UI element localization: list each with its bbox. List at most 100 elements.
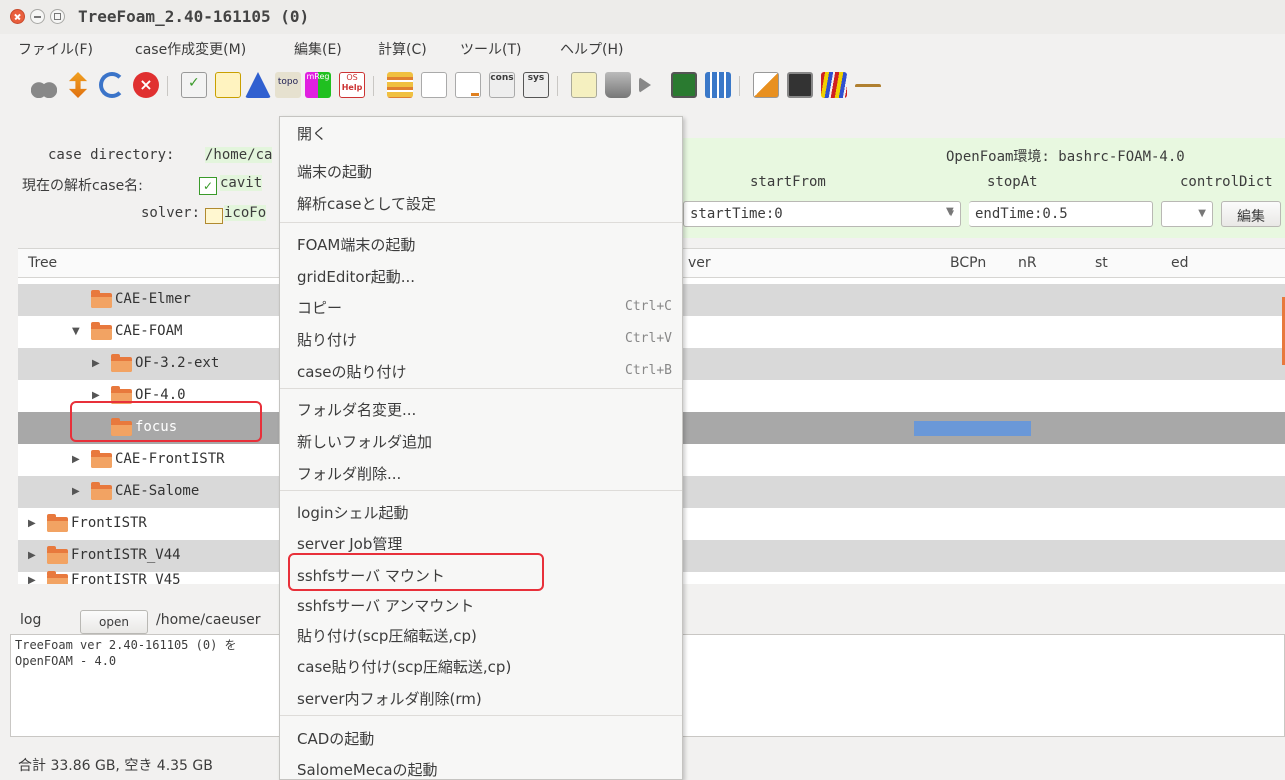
tree-row-label: FrontISTR xyxy=(71,515,147,531)
folder-icon xyxy=(91,450,112,468)
st-column-header[interactable]: st xyxy=(1095,255,1108,271)
menu-edit[interactable]: 編集(E) xyxy=(294,39,342,59)
menu-item-scp-paste[interactable]: 貼り付け(scp圧縮転送,cp) xyxy=(280,619,682,649)
menu-item-terminal[interactable]: 端末の起動 xyxy=(280,155,682,185)
bars-icon[interactable] xyxy=(821,72,847,98)
tree-row-label: CAE-Elmer xyxy=(115,291,191,307)
salome-icon[interactable] xyxy=(753,72,779,98)
help-os-icon[interactable]: OS Help xyxy=(339,72,365,98)
stop-at-select[interactable]: endTime:0.5 xyxy=(969,201,1153,227)
topo-icon[interactable]: topo xyxy=(275,72,301,98)
solver-icon xyxy=(205,208,223,224)
ed-column-header[interactable]: ed xyxy=(1171,255,1189,271)
menu-item-login-shell[interactable]: loginシェル起動 xyxy=(280,496,682,526)
menu-calc[interactable]: 計算(C) xyxy=(378,39,427,59)
menu-file[interactable]: ファイル(F) xyxy=(18,39,93,59)
control-dict-select[interactable]: ▼ xyxy=(1161,201,1213,227)
expand-arrow-icon[interactable]: ▶ xyxy=(28,518,36,529)
menu-item-rename-folder[interactable]: フォルダ名変更... xyxy=(280,393,682,423)
case-directory-value: /home/ca xyxy=(205,147,273,163)
menu-item-paste[interactable]: 貼り付け Ctrl+V xyxy=(280,323,682,353)
bcpn-column-header[interactable]: BCPn xyxy=(950,255,986,271)
open-log-button[interactable]: open xyxy=(80,610,148,634)
menu-item-cad[interactable]: CADの起動 xyxy=(280,722,682,752)
menu-tools[interactable]: ツール(T) xyxy=(460,39,521,59)
case-name-value: cavit xyxy=(220,175,263,191)
case-icon[interactable] xyxy=(215,72,241,98)
expand-arrow-icon[interactable]: ▶ xyxy=(92,358,100,369)
expand-arrow-icon[interactable]: ▶ xyxy=(28,550,36,561)
grid-icon[interactable] xyxy=(705,72,731,98)
triangle-icon[interactable] xyxy=(245,72,271,98)
disk-status: 合計 33.86 GB, 空き 4.35 GB xyxy=(18,758,213,774)
menu-item-salomemeca[interactable]: SalomeMecaの起動 xyxy=(280,753,682,779)
menu-item-foam-terminal[interactable]: FOAM端末の起動 xyxy=(280,228,682,258)
solver-value: icoFo xyxy=(224,205,267,221)
pointer-icon[interactable] xyxy=(855,84,881,88)
maximize-window-button[interactable] xyxy=(50,9,65,24)
solver-label: solver: xyxy=(141,205,201,221)
start-from-select[interactable]: startTime:0 ▼ xyxy=(683,201,961,227)
menu-item-set-case[interactable]: 解析caseとして設定 xyxy=(280,187,682,217)
refresh-icon[interactable] xyxy=(99,72,125,98)
nr-column-header[interactable]: nR xyxy=(1018,255,1037,271)
menu-item-scp-case-paste[interactable]: case貼り付け(scp圧縮転送,cp) xyxy=(280,650,682,680)
menu-item-new-folder[interactable]: 新しいフォルダ追加 xyxy=(280,425,682,455)
progress-bar xyxy=(914,421,1031,436)
expand-arrow-icon[interactable]: ▼ xyxy=(72,326,80,337)
edit-document-icon[interactable] xyxy=(455,72,481,98)
highlight-box-focus xyxy=(70,401,262,442)
toolbar-separator xyxy=(739,76,740,96)
menu-separator xyxy=(280,222,682,223)
terminal-icon[interactable] xyxy=(787,72,813,98)
start-from-label: startFrom xyxy=(750,174,826,190)
scissors-icon[interactable] xyxy=(31,72,57,98)
menu-item-server-delete[interactable]: server内フォルダ削除(rm) xyxy=(280,682,682,712)
edit-button[interactable]: 編集 xyxy=(1221,201,1281,227)
mreg-icon[interactable]: mReg xyxy=(305,72,331,98)
window-title: TreeFoam_2.40-161105 (0) xyxy=(78,7,310,26)
close-window-button[interactable] xyxy=(10,9,25,24)
case-directory-label: case directory: xyxy=(48,147,175,163)
expand-arrow-icon[interactable]: ▶ xyxy=(72,454,80,465)
monitor-icon[interactable] xyxy=(671,72,697,98)
expand-arrow-icon[interactable]: ▶ xyxy=(28,575,36,584)
document-icon[interactable] xyxy=(421,72,447,98)
minimize-window-button[interactable] xyxy=(30,9,45,24)
tree-row-label: CAE-FrontISTR xyxy=(115,451,225,467)
menu-item-sshfs-unmount[interactable]: sshfsサーバ アンマウント xyxy=(280,589,682,619)
play-icon[interactable] xyxy=(639,77,651,93)
context-menu: 開く 端末の起動 解析caseとして設定 FOAM端末の起動 gridEdito… xyxy=(279,116,683,780)
folder-icon xyxy=(91,482,112,500)
menu-item-open[interactable]: 開く xyxy=(280,117,682,147)
arrows-icon[interactable] xyxy=(68,72,88,98)
case-name-label: 現在の解析case名: xyxy=(22,178,143,194)
menu-bar: ファイル(F) case作成変更(M) 編集(E) 計算(C) ツール(T) ヘ… xyxy=(0,34,1285,62)
tree-column-header[interactable]: Tree xyxy=(28,255,57,271)
solver-column-header[interactable]: ver xyxy=(688,255,711,271)
folder-star-icon[interactable] xyxy=(571,72,597,98)
folder-icon xyxy=(47,571,68,584)
tree-row-label: FrontISTR_V45 xyxy=(71,572,181,584)
toolbar-separator xyxy=(557,76,558,96)
sys-icon[interactable]: sys xyxy=(523,72,549,98)
checklist-icon[interactable]: ✓ xyxy=(181,72,207,98)
chevron-down-icon: ▼ xyxy=(1198,208,1206,219)
stop-icon[interactable]: × xyxy=(133,72,159,98)
menu-separator xyxy=(280,490,682,491)
check-icon: ✓ xyxy=(199,177,217,195)
folder-icon xyxy=(91,290,112,308)
menu-item-copy[interactable]: コピー Ctrl+C xyxy=(280,291,682,321)
expand-arrow-icon[interactable]: ▶ xyxy=(72,486,80,497)
expand-arrow-icon[interactable]: ▶ xyxy=(92,390,100,401)
menu-case[interactable]: case作成変更(M) xyxy=(135,39,246,59)
menu-item-paste-case[interactable]: caseの貼り付け Ctrl+B xyxy=(280,355,682,385)
menu-help[interactable]: ヘルプ(H) xyxy=(560,39,623,59)
trash-icon[interactable] xyxy=(605,72,631,98)
menu-item-delete-folder[interactable]: フォルダ削除... xyxy=(280,457,682,487)
title-bar: TreeFoam_2.40-161105 (0) xyxy=(0,0,1285,34)
table-icon[interactable] xyxy=(387,72,413,98)
tree-row-label: OF-3.2-ext xyxy=(135,355,220,371)
cons-icon[interactable]: cons xyxy=(489,72,515,98)
menu-item-grideditor[interactable]: gridEditor起動... xyxy=(280,260,682,290)
